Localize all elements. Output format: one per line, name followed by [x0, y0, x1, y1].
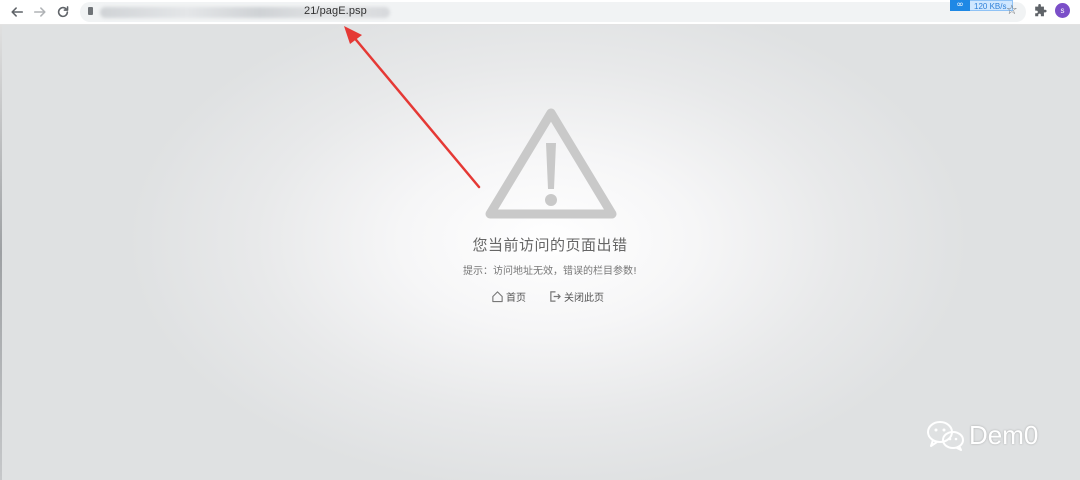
- speed-indicator: ∞ 120 KB/s: [950, 0, 1014, 11]
- reload-button[interactable]: [54, 3, 72, 21]
- accelerator-icon: ∞: [950, 0, 970, 11]
- url-text[interactable]: 21/pagE.psp: [304, 5, 367, 17]
- lock-icon: [88, 7, 93, 15]
- warning-triangle-icon: [485, 108, 617, 219]
- extensions-puzzle-icon[interactable]: [1033, 4, 1047, 18]
- reload-icon: [57, 6, 69, 18]
- address-bar[interactable]: 21/pagE.psp: [80, 2, 1026, 22]
- arrow-right-icon: [33, 7, 46, 17]
- error-hint: 提示：访问地址无效，错误的栏目参数!: [462, 266, 637, 277]
- exit-icon: [550, 291, 561, 302]
- close-page-link-label: 关闭此页: [564, 293, 604, 304]
- home-link[interactable]: 首页: [491, 289, 526, 304]
- wechat-icon: [927, 421, 964, 451]
- watermark-text: Dem0: [969, 419, 1039, 450]
- close-page-link[interactable]: 关闭此页: [549, 289, 604, 304]
- browser-toolbar: 21/pagE.psp ∞ 120 KB/s ☆ s: [0, 0, 1080, 25]
- home-icon: [492, 291, 503, 303]
- arrow-left-icon: [11, 7, 24, 17]
- forward-button[interactable]: [31, 3, 49, 21]
- profile-avatar[interactable]: s: [1055, 3, 1070, 18]
- watermark: Dem0: [925, 419, 1038, 451]
- bookmark-star-icon[interactable]: ☆: [1006, 4, 1018, 18]
- back-button[interactable]: [8, 3, 26, 21]
- window-edge: [0, 25, 2, 480]
- error-title: 您当前访问的页面出错: [472, 236, 628, 254]
- home-link-label: 首页: [506, 293, 526, 304]
